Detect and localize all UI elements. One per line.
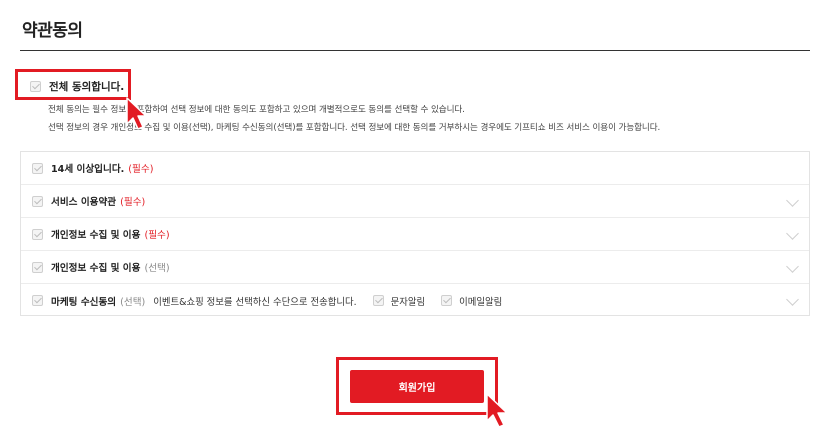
term-required-tag: (필수) xyxy=(120,197,146,208)
email-checkbox[interactable] xyxy=(441,295,453,306)
terms-list: 14세 이상입니다. (필수) 서비스 이용약관 (필수) 개인정보 수집 및 … xyxy=(20,151,810,316)
term-optional-tag: (선택) xyxy=(144,263,170,274)
marketing-description: 이벤트&쇼핑 정보를 선택하신 수단으로 전송합니다. xyxy=(153,296,357,308)
term-label: 개인정보 수집 및 이용 xyxy=(51,230,141,241)
term-row-privacy-required[interactable]: 개인정보 수집 및 이용 (필수) xyxy=(21,218,809,251)
term-row-age[interactable]: 14세 이상입니다. (필수) xyxy=(21,152,809,185)
term-checkbox[interactable] xyxy=(32,261,43,273)
agree-all-description-1: 전체 동의는 필수 정보를 포함하여 선택 정보에 대한 동의도 포함하고 있으… xyxy=(48,105,465,115)
chevron-down-icon[interactable] xyxy=(786,227,799,240)
term-required-tag: (필수) xyxy=(144,230,170,241)
sms-checkbox[interactable] xyxy=(372,295,384,306)
term-checkbox[interactable] xyxy=(32,228,43,240)
sms-option[interactable]: 문자알림 xyxy=(372,294,426,308)
term-checkbox[interactable] xyxy=(32,295,43,306)
term-row-service[interactable]: 서비스 이용약관 (필수) xyxy=(21,185,809,218)
term-required-tag: (필수) xyxy=(128,164,154,175)
chevron-down-icon[interactable] xyxy=(786,293,799,306)
signup-button-highlight xyxy=(336,357,498,415)
email-option[interactable]: 이메일알림 xyxy=(441,294,502,308)
term-row-privacy-optional[interactable]: 개인정보 수집 및 이용 (선택) xyxy=(21,251,809,284)
term-checkbox[interactable] xyxy=(32,195,43,207)
chevron-down-icon[interactable] xyxy=(786,260,799,273)
term-optional-tag: (선택) xyxy=(120,296,146,308)
chevron-down-icon[interactable] xyxy=(786,194,799,207)
title-divider xyxy=(20,50,810,51)
mouse-cursor-icon xyxy=(486,393,508,428)
sms-label: 문자알림 xyxy=(390,296,426,308)
section-title: 약관동의 xyxy=(22,21,83,41)
term-label: 개인정보 수집 및 이용 xyxy=(51,263,141,274)
term-label: 마케팅 수신동의 xyxy=(51,296,117,308)
email-label: 이메일알림 xyxy=(459,296,503,308)
term-label: 서비스 이용약관 xyxy=(51,197,117,208)
mouse-cursor-icon xyxy=(126,97,147,130)
term-checkbox[interactable] xyxy=(32,162,43,174)
term-row-marketing[interactable]: 마케팅 수신동의 (선택) 이벤트&쇼핑 정보를 선택하신 수단으로 전송합니다… xyxy=(21,284,809,317)
term-label: 14세 이상입니다. xyxy=(51,164,125,175)
agree-all-highlight xyxy=(15,69,131,100)
